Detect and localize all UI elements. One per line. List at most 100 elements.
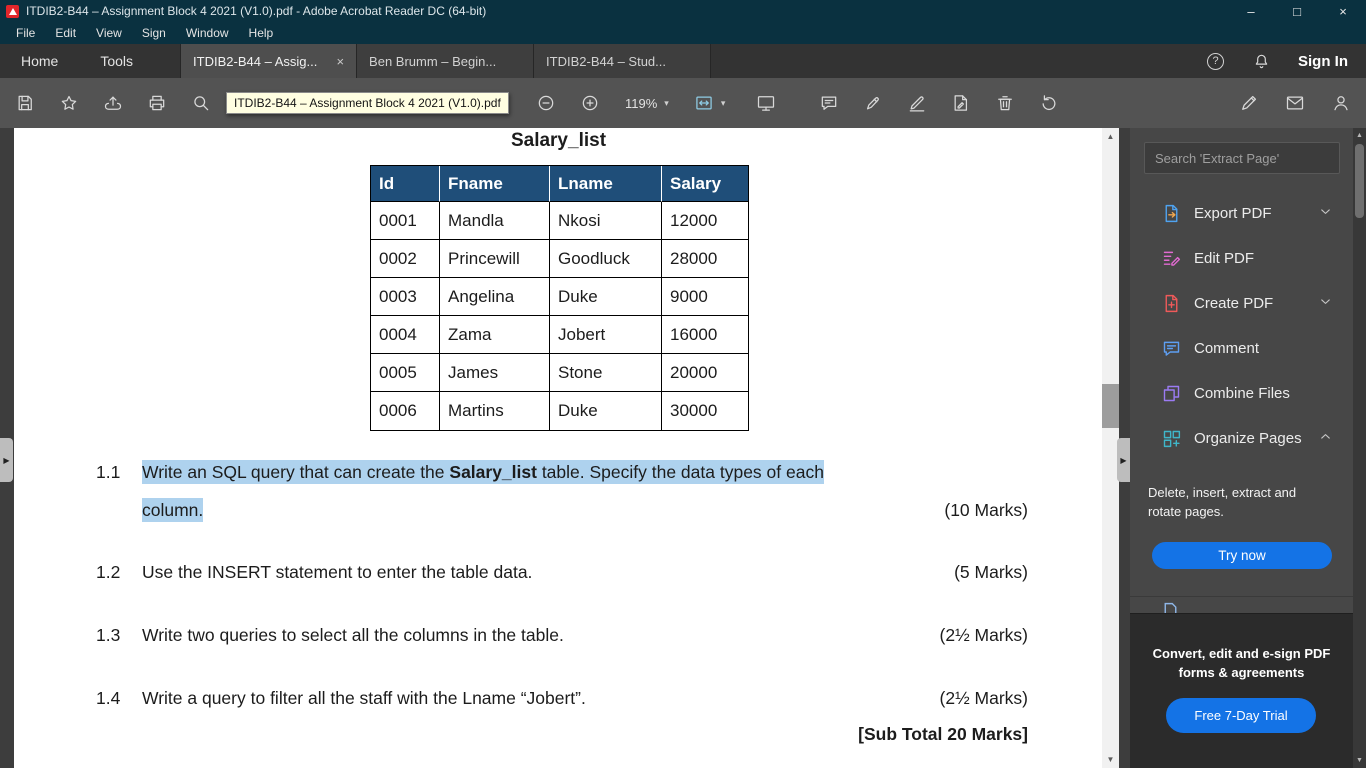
menu-edit[interactable]: Edit — [45, 22, 86, 44]
document-area: ▶ Salary_list Id Fname Lname Salary 0001… — [0, 128, 1130, 768]
table-row: 0004 Zama Jobert 16000 — [371, 316, 748, 354]
person-icon — [1334, 96, 1348, 111]
scrollbar-thumb[interactable] — [1355, 144, 1364, 218]
zoom-level-dropdown[interactable]: 119% ▾ — [619, 96, 675, 111]
question-marks: (2½ Marks) — [939, 688, 1028, 708]
fill-sign-button[interactable] — [946, 88, 976, 118]
chevron-down-icon[interactable] — [1318, 204, 1333, 223]
print-button[interactable] — [142, 88, 172, 118]
menu-window[interactable]: Window — [176, 22, 239, 44]
menu-file[interactable]: File — [6, 22, 45, 44]
tool-organize-pages[interactable]: Organize Pages — [1130, 416, 1353, 461]
chevron-down-icon[interactable]: ▾ — [721, 98, 726, 109]
cell: Duke — [550, 392, 662, 430]
adobe-reader-icon — [6, 4, 19, 18]
maximize-button[interactable]: □ — [1274, 0, 1320, 22]
toolbar-right-group — [1234, 88, 1366, 118]
table-header-row: Id Fname Lname Salary — [371, 166, 748, 202]
tab-home[interactable]: Home — [0, 44, 79, 78]
table-row: 0006 Martins Duke 30000 — [371, 392, 748, 430]
zoom-out-button[interactable] — [531, 88, 561, 118]
window-title: ITDIB2-B44 – Assignment Block 4 2021 (V1… — [26, 4, 487, 18]
document-tab-2[interactable]: Ben Brumm – Begin... — [357, 44, 535, 78]
send-email-button[interactable] — [1280, 88, 1310, 118]
undo-rotate-button[interactable] — [1034, 88, 1064, 118]
tool-create-pdf[interactable]: Create PDF — [1130, 281, 1353, 326]
document-tab-3[interactable]: ITDIB2-B44 – Stud... — [534, 44, 712, 78]
sign-in-button[interactable]: Sign In — [1298, 53, 1348, 70]
scrollbar-thumb[interactable] — [1102, 384, 1119, 428]
sidebar-scrollbar[interactable]: ▲ ▼ — [1353, 128, 1366, 768]
free-trial-button[interactable]: Free 7-Day Trial — [1166, 698, 1316, 733]
zoom-in-button[interactable] — [575, 88, 605, 118]
menu-help[interactable]: Help — [239, 22, 284, 44]
scroll-down-arrow-icon[interactable]: ▼ — [1102, 751, 1119, 768]
content-area: ▶ Salary_list Id Fname Lname Salary 0001… — [0, 128, 1366, 768]
page-fit-button[interactable] — [689, 88, 719, 118]
chevron-up-icon[interactable] — [1318, 429, 1333, 448]
combine-files-icon — [1160, 383, 1182, 405]
pen-icon — [910, 96, 925, 112]
tab-tools[interactable]: Tools — [79, 44, 154, 78]
highlight-tool-button[interactable] — [858, 88, 888, 118]
left-pane-toggle[interactable]: ▶ — [0, 438, 13, 482]
tabbar: Home Tools ITDIB2-B44 – Assig... × Ben B… — [0, 44, 1366, 78]
close-button[interactable]: × — [1320, 0, 1366, 22]
promo-heading: Convert, edit and e-sign PDF forms & agr… — [1130, 644, 1353, 682]
tool-comment[interactable]: Comment — [1130, 326, 1353, 371]
trash-icon — [998, 96, 1013, 111]
question-text: Write two queries to select all the colu… — [142, 625, 564, 645]
document-tab-label: ITDIB2-B44 – Stud... — [546, 53, 666, 69]
tool-combine-files[interactable]: Combine Files — [1130, 371, 1353, 416]
find-button[interactable] — [186, 88, 216, 118]
question-text: Write an SQL query that can create the S… — [142, 453, 1012, 529]
menu-view[interactable]: View — [86, 22, 132, 44]
envelope-icon — [1286, 96, 1304, 110]
divider — [1130, 596, 1353, 597]
save-button[interactable] — [10, 88, 40, 118]
help-glyph: ? — [1212, 55, 1219, 67]
notifications-bell-icon[interactable] — [1251, 51, 1271, 71]
document-tab-1[interactable]: ITDIB2-B44 – Assig... × — [180, 44, 358, 78]
comment-tool-button[interactable] — [814, 88, 844, 118]
tab-close-icon[interactable]: × — [336, 54, 344, 69]
fill-sign-pen-button[interactable] — [1234, 88, 1264, 118]
scroll-up-arrow-icon[interactable]: ▲ — [1353, 129, 1366, 142]
question-number: 1.4 — [96, 688, 121, 708]
cell: Nkosi — [550, 202, 662, 240]
table-row: 0001 Mandla Nkosi 12000 — [371, 202, 748, 240]
table-row: 0002 Princewill Goodluck 28000 — [371, 240, 748, 278]
cell: 28000 — [662, 240, 748, 278]
salary-table: Id Fname Lname Salary 0001 Mandla Nkosi 120… — [370, 165, 749, 431]
question-1-3: 1.3 Write two queries to select all the … — [96, 616, 1028, 654]
comment-icon — [1160, 338, 1182, 360]
try-now-button[interactable]: Try now — [1152, 542, 1332, 569]
account-button[interactable] — [1326, 88, 1356, 118]
cell: James — [440, 354, 550, 392]
tool-label: Combine Files — [1194, 385, 1290, 402]
pdf-page: Salary_list Id Fname Lname Salary 0001 Ma… — [14, 128, 1102, 768]
tool-label: Edit PDF — [1194, 250, 1255, 267]
tool-export-pdf[interactable]: Export PDF — [1130, 191, 1353, 236]
scroll-up-arrow-icon[interactable]: ▲ — [1102, 128, 1119, 145]
sign-tool-button[interactable] — [902, 88, 932, 118]
share-button[interactable] — [98, 88, 128, 118]
tools-pane-toggle[interactable]: ▶ — [1117, 438, 1130, 482]
help-icon[interactable]: ? — [1207, 52, 1224, 70]
cell: 0005 — [371, 354, 440, 392]
cell: Princewill — [440, 240, 550, 278]
delete-pages-button[interactable] — [990, 88, 1020, 118]
minimize-button[interactable]: – — [1228, 0, 1274, 22]
tool-edit-pdf[interactable]: Edit PDF — [1130, 236, 1353, 281]
scroll-down-arrow-icon[interactable]: ▼ — [1353, 754, 1366, 767]
highlighter-icon — [867, 97, 880, 110]
presentation-screen-icon — [758, 96, 775, 111]
save-icon — [18, 95, 32, 111]
reading-mode-button[interactable] — [751, 88, 781, 118]
create-pdf-icon — [1160, 293, 1182, 315]
cell: Angelina — [440, 278, 550, 316]
chevron-down-icon[interactable] — [1318, 294, 1333, 313]
tools-search-input[interactable] — [1144, 142, 1340, 174]
favorites-star-button[interactable] — [54, 88, 84, 118]
menu-sign[interactable]: Sign — [132, 22, 176, 44]
